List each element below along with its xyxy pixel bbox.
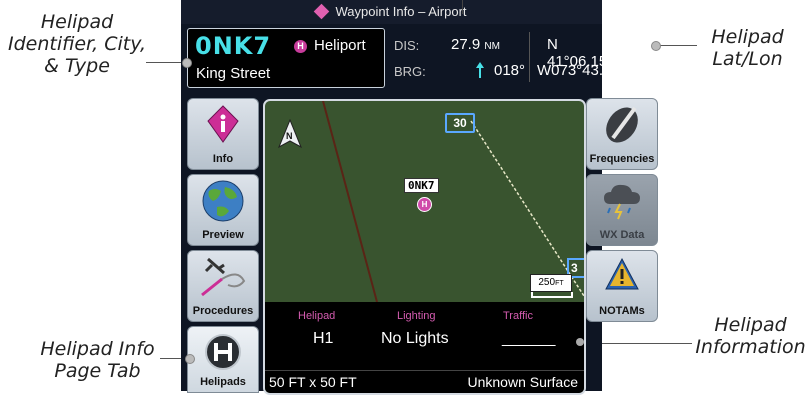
callout-line: Page Tab: [54, 360, 141, 382]
tab-label: Frequencies: [589, 153, 655, 165]
callout-line: Helipad: [711, 26, 784, 48]
scale-value: 250: [538, 277, 556, 288]
waypoint-ident: 0NK7: [195, 32, 272, 60]
helipad-dimensions-row: 50 FT x 50 FT Unknown Surface: [265, 370, 584, 393]
callout-information: Helipad Information: [693, 314, 808, 358]
dis-number: 27.9: [451, 36, 481, 53]
callout-line: Helipad: [714, 314, 787, 336]
waypoint-city: King Street: [196, 65, 271, 82]
map-view[interactable]: N 30 3 0NK7 H 250FT Helipad Lighting Tra…: [263, 99, 586, 395]
runway-bracket: 30: [445, 113, 475, 133]
divider: [529, 32, 530, 82]
callout-line: Helipad: [40, 11, 114, 33]
leader-dot: [182, 58, 192, 68]
tab-label: Info: [212, 153, 234, 165]
callout-info-tab: Helipad Info Page Tab: [20, 338, 175, 382]
frequencies-icon: [606, 106, 638, 143]
globe-icon: [202, 180, 244, 222]
waypoint-icon: [314, 3, 330, 20]
callout-line: Identifier, City,: [7, 33, 147, 55]
waypoint-map-label: 0NK7: [404, 178, 439, 193]
dis-label: DIS:: [394, 38, 420, 53]
tab-label: Preview: [202, 229, 244, 241]
callout-line: & Type: [44, 55, 110, 77]
helipad-icon: [205, 334, 241, 370]
title-bar: Waypoint Info – Airport: [181, 0, 602, 24]
callout-line: Information: [695, 336, 806, 358]
helipad-surface: Unknown Surface: [467, 374, 578, 390]
map-scale: 250FT: [530, 274, 572, 292]
weather-icon: [604, 184, 640, 220]
heliport-marker-icon[interactable]: H: [417, 197, 432, 212]
tab-notams[interactable]: NOTAMs: [586, 250, 658, 322]
waypoint-ident-box[interactable]: 0NK7 H Heliport King Street: [187, 28, 385, 88]
helipad-info-panel: Helipad Lighting Traffic H1 No Lights __…: [265, 302, 584, 393]
helipad-value[interactable]: H1: [313, 330, 333, 348]
tab-frequencies[interactable]: Frequencies: [586, 98, 658, 170]
lighting-value: No Lights: [381, 330, 449, 347]
north-label: N: [286, 131, 293, 141]
brg-label: BRG:: [394, 64, 426, 79]
brg-value: 018°: [494, 62, 526, 79]
leader-dot: [576, 338, 584, 346]
tab-procedures[interactable]: Procedures: [187, 250, 259, 322]
leader-dot: [185, 354, 195, 364]
callout-line: Helipad Info: [40, 338, 155, 360]
callout-line: Lat/Lon: [712, 48, 783, 70]
heliport-icon: H: [294, 40, 307, 53]
leader-line: [657, 45, 697, 46]
warning-icon: [605, 257, 639, 290]
scale-unit: FT: [555, 280, 564, 287]
tab-label: Procedures: [192, 305, 254, 317]
leader-line: [462, 0, 463, 14]
traffic-header: Traffic: [503, 310, 533, 322]
bracket-label: 30: [453, 116, 467, 130]
traffic-value: ______: [502, 330, 556, 347]
tab-info[interactable]: Info: [187, 98, 259, 170]
tab-wx-data[interactable]: WX Data: [586, 174, 658, 246]
leader-line: [590, 343, 692, 344]
helipad-dimensions: 50 FT x 50 FT: [269, 374, 357, 390]
tab-helipads[interactable]: Helipads: [187, 326, 259, 393]
longitude: W073°43.57': [537, 62, 623, 79]
info-icon: [207, 105, 239, 143]
lighting-header: Lighting: [397, 310, 436, 322]
leader-line: [146, 62, 186, 63]
scale-bar: [531, 292, 573, 298]
procedures-icon: [201, 257, 246, 297]
helipad-header: Helipad: [298, 310, 336, 322]
tab-label: NOTAMs: [599, 305, 645, 317]
page-title: Waypoint Info – Airport: [335, 4, 467, 19]
bearing-arrow-icon: [476, 62, 484, 78]
waypoint-type: Heliport: [314, 37, 366, 54]
tab-preview[interactable]: Preview: [187, 174, 259, 246]
callout-latlon: Helipad Lat/Lon: [690, 26, 805, 70]
callout-identifier: Helipad Identifier, City, & Type: [2, 11, 152, 77]
dis-value: 27.9 NM: [451, 36, 500, 53]
tab-label: WX Data: [599, 229, 645, 241]
dis-unit: NM: [484, 41, 500, 52]
tab-label: Helipads: [200, 376, 246, 388]
bracket-label: 3: [571, 261, 578, 275]
leader-dot: [651, 41, 661, 51]
